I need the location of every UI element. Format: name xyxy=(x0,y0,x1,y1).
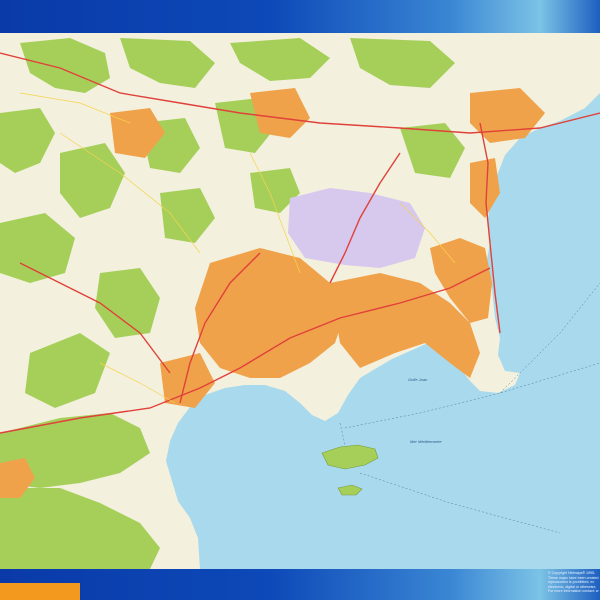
sea-label-mediterranee: Mer Méditerranée xyxy=(410,439,442,444)
map-view[interactable]: Golfe Juan Mer Méditerranée xyxy=(0,33,600,569)
street-map: Golfe Juan Mer Méditerranée xyxy=(0,33,600,569)
credits-line: © Copyright Netmaps® 1995- xyxy=(548,571,596,575)
credits-line: For more information contact: w xyxy=(548,589,599,594)
sea-label-golfe-juan: Golfe Juan xyxy=(408,377,428,382)
top-header-band xyxy=(0,0,600,33)
bottom-footer-band xyxy=(0,569,600,600)
copyright-credits: © Copyright Netmaps® 1995- These maps ha… xyxy=(548,571,600,600)
orange-accent-tab xyxy=(0,583,80,600)
